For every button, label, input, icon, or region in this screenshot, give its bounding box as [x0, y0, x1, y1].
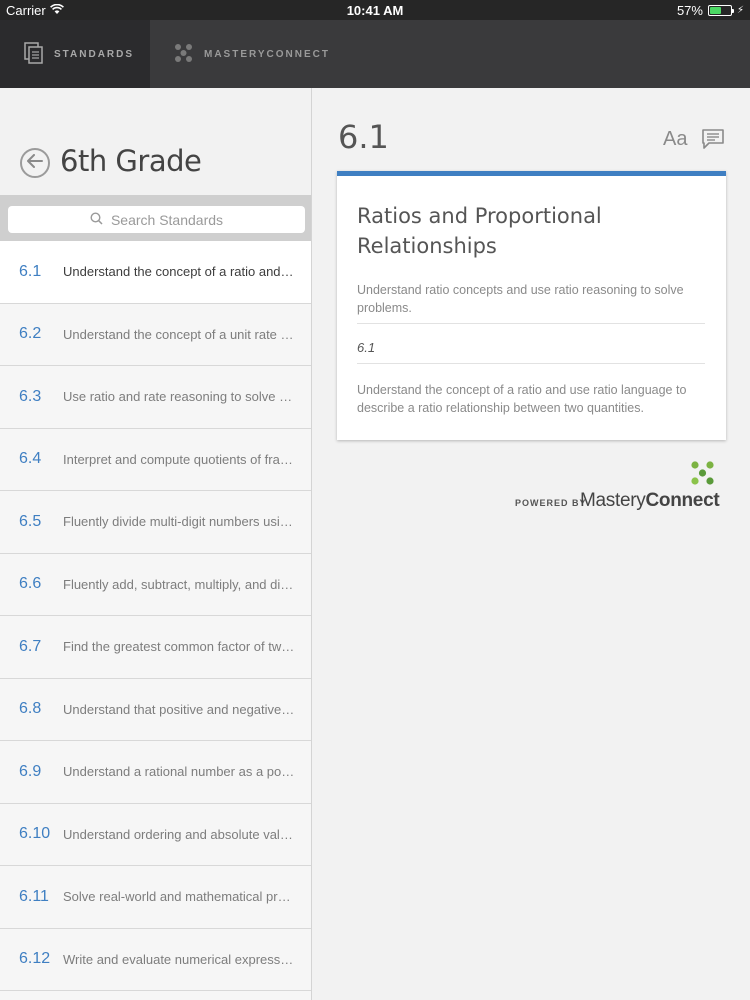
- domain-description: Understand ratio concepts and use ratio …: [357, 283, 684, 315]
- brand-wordmark: MasteryConnect: [580, 490, 720, 512]
- divider: [357, 363, 705, 364]
- top-tab-bar: STANDARDS MASTERYCONNECT: [0, 20, 750, 88]
- comment-button[interactable]: [701, 128, 725, 155]
- standard-list-item[interactable]: 6.4 Interpret and compute quotients of fr…: [0, 428, 311, 491]
- standards-sidebar: 6th Grade Search Standards 6.1 Understand…: [0, 88, 312, 1000]
- standard-number: 6.7: [19, 637, 42, 655]
- standard-summary: Understand ordering and absolute value o…: [63, 826, 295, 842]
- grade-title: 6th Grade: [60, 144, 202, 178]
- standard-list-item[interactable]: 6.1 Understand the concept of a ratio and…: [0, 241, 311, 304]
- tab-standards-label: STANDARDS: [54, 48, 135, 60]
- search-icon: [90, 211, 103, 228]
- standard-detail-pane: 6.1 Aa Ratios and Proportional Relations…: [313, 88, 750, 1000]
- domain-title: Ratios and Proportional Relationships: [357, 204, 602, 258]
- brand-bold: Connect: [645, 490, 720, 511]
- standard-list-item[interactable]: 6.10 Understand ordering and absolute val…: [0, 803, 311, 866]
- standard-number: 6.9: [19, 762, 42, 780]
- standard-number: 6.1: [19, 262, 42, 280]
- brand-light: Mastery: [580, 490, 646, 511]
- search-bar: Search Standards: [0, 195, 311, 241]
- document-stack-icon: [24, 41, 44, 67]
- standard-number: 6.5: [19, 512, 42, 530]
- standard-list-item[interactable]: 6.9 Understand a rational number as a poi…: [0, 741, 311, 804]
- status-bar: Carrier 10:41 AM 57% ⚡: [0, 0, 750, 20]
- standard-list-item[interactable]: 6.3 Use ratio and rate reasoning to solve…: [0, 366, 311, 429]
- standard-summary: Fluently add, subtract, multiply, and di…: [63, 576, 295, 592]
- standard-number: 6.2: [19, 325, 42, 343]
- standard-list-item[interactable]: 6.7 Find the greatest common factor of tw…: [0, 616, 311, 679]
- powered-by-label: POWERED BY: [515, 498, 587, 508]
- standards-list: 6.1 Understand the concept of a ratio and…: [0, 241, 311, 991]
- battery-icon: [707, 5, 734, 16]
- standard-number: 6.3: [19, 387, 42, 405]
- standard-summary: Understand the concept of a ratio and us…: [63, 264, 295, 280]
- standard-summary: Solve real-world and mathematical proble…: [63, 889, 295, 905]
- standard-summary: Interpret and compute quotients of fract…: [63, 451, 295, 467]
- standard-number: 6.11: [19, 887, 49, 905]
- battery-percent: 57%: [676, 3, 703, 18]
- tab-masteryconnect-label: MASTERYCONNECT: [204, 48, 330, 60]
- standard-list-item[interactable]: 6.12 Write and evaluate numerical express…: [0, 928, 311, 991]
- standard-summary: Understand that positive and negative nu…: [63, 701, 295, 717]
- search-input[interactable]: Search Standards: [8, 206, 305, 233]
- font-size-button[interactable]: Aa: [663, 128, 687, 151]
- standard-number: 6.4: [19, 450, 42, 468]
- clock: 10:41 AM: [346, 3, 404, 18]
- comment-icon: [701, 129, 725, 154]
- standard-list-item[interactable]: 6.2 Understand the concept of a unit rate…: [0, 303, 311, 366]
- standard-code: 6.1: [357, 340, 376, 355]
- charging-bolt-icon: ⚡: [736, 5, 744, 16]
- search-placeholder: Search Standards: [110, 211, 224, 228]
- standard-summary: Write and evaluate numerical expressions…: [63, 951, 295, 967]
- standard-list-item[interactable]: 6.8 Understand that positive and negative…: [0, 678, 311, 741]
- standard-summary: Fluently divide multi-digit numbers usin…: [63, 514, 295, 530]
- masteryconnect-logo-icon: [690, 460, 716, 491]
- standard-summary: Understand a rational number as a point …: [63, 764, 295, 780]
- standard-summary: Find the greatest common factor of two w…: [63, 639, 295, 655]
- tab-standards[interactable]: STANDARDS: [0, 20, 150, 88]
- standard-list-item[interactable]: 6.11 Solve real-world and mathematical pr…: [0, 866, 311, 929]
- standard-list-item[interactable]: 6.6 Fluently add, subtract, multiply, and…: [0, 553, 311, 616]
- grade-header: 6th Grade: [0, 88, 311, 195]
- back-button[interactable]: [20, 148, 50, 178]
- standard-summary: Use ratio and rate reasoning to solve re…: [63, 389, 295, 405]
- standard-number: 6.10: [19, 825, 51, 843]
- standard-number: 6.6: [19, 575, 42, 593]
- standard-number: 6.8: [19, 700, 42, 718]
- divider: [357, 323, 705, 324]
- standard-code-heading: 6.1: [338, 118, 389, 156]
- standard-list-item[interactable]: 6.5 Fluently divide multi-digit numbers u…: [0, 491, 311, 554]
- standard-card: Ratios and Proportional Relationships Un…: [337, 171, 726, 440]
- standard-summary: Understand the concept of a unit rate as…: [63, 326, 295, 342]
- standard-detail-text: Understand the concept of a ratio and us…: [357, 383, 687, 415]
- powered-by-masteryconnect: POWERED BY MasteryConnect: [515, 460, 727, 512]
- standard-number: 6.12: [19, 950, 51, 968]
- tab-masteryconnect[interactable]: MASTERYCONNECT: [150, 20, 370, 88]
- arrow-left-icon: [27, 153, 43, 173]
- masteryconnect-logo-icon: [174, 43, 194, 66]
